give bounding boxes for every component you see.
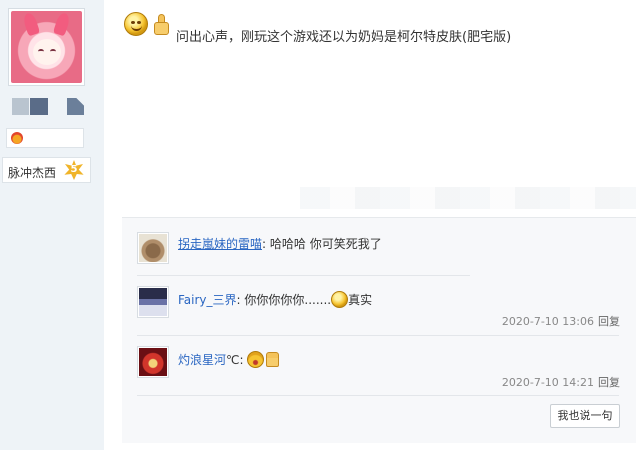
reply-button[interactable]: 回复	[598, 376, 620, 389]
shocked-emoji-icon	[247, 351, 265, 368]
medal-area	[6, 128, 84, 148]
reply-content: Fairy_三界: 你你你你你....... 真实	[178, 291, 372, 308]
reply-box: 拐走嵐妹的雷喵: 哈哈哈 你可笑死我了 Fairy_三界: 你你你你你.....…	[122, 217, 636, 443]
reply-divider	[137, 335, 619, 336]
reply-avatar[interactable]	[137, 346, 169, 378]
reply-button[interactable]: 回复	[598, 315, 620, 328]
reply-avatar[interactable]	[137, 232, 169, 264]
reply-avatar[interactable]	[137, 286, 169, 318]
flame-avatar-icon	[139, 348, 167, 376]
reply-username-link[interactable]: 拐走嵐妹的雷喵	[178, 237, 262, 251]
reply-username-link[interactable]: 灼浪星河	[178, 353, 226, 367]
reply-timestamp: 2020-7-10 14:21	[501, 376, 594, 389]
reply-text: 你你你你你.......	[240, 293, 332, 307]
thumbs-up-emoji-icon	[266, 352, 280, 367]
medal-icon[interactable]	[11, 132, 23, 144]
say-something-button[interactable]: 我也说一句	[550, 404, 620, 428]
thumbs-up-emoji-icon	[152, 14, 172, 36]
cat-avatar-icon	[139, 234, 167, 262]
reply-text-after-emoji: 真实	[348, 293, 373, 307]
reply-content: 拐走嵐妹的雷喵: 哈哈哈 你可笑死我了	[178, 235, 382, 252]
reply-divider	[137, 395, 619, 396]
reply-divider	[137, 275, 470, 276]
stat-block-icon	[67, 98, 84, 115]
reply-timestamp: 2020-7-10 13:06	[501, 315, 594, 328]
post-body-text: 问出心声，刚玩这个游戏还以为奶妈是柯尔特皮肤(肥宅版)	[176, 30, 512, 45]
author-avatar[interactable]	[8, 8, 85, 86]
user-badge: 脉冲杰西 5	[2, 157, 91, 183]
author-sidebar: 脉冲杰西 5	[0, 0, 104, 450]
reply-content: 灼浪星河℃:	[178, 351, 280, 368]
reply-separator: ℃:	[226, 353, 244, 367]
reply-meta: 2020-7-10 14:21 回复	[502, 374, 620, 390]
stat-block-icon	[30, 98, 48, 115]
fairy-avatar-icon	[139, 288, 167, 316]
smile-emoji-icon	[124, 12, 148, 36]
smile-emoji-icon	[331, 291, 349, 308]
reply-meta: 2020-7-10 13:06 回复	[502, 313, 620, 329]
anime-girl-avatar-icon	[11, 11, 82, 83]
reply-username-link[interactable]: Fairy_三界	[178, 293, 237, 307]
reply-text: 哈哈哈 你可笑死我了	[266, 237, 382, 251]
badge-name: 脉冲杰西	[8, 166, 57, 180]
stat-block-icon	[12, 98, 29, 115]
faint-background-strip	[300, 187, 636, 209]
badge-level-star-icon: 5	[64, 160, 84, 180]
user-stat-icons	[12, 98, 92, 116]
